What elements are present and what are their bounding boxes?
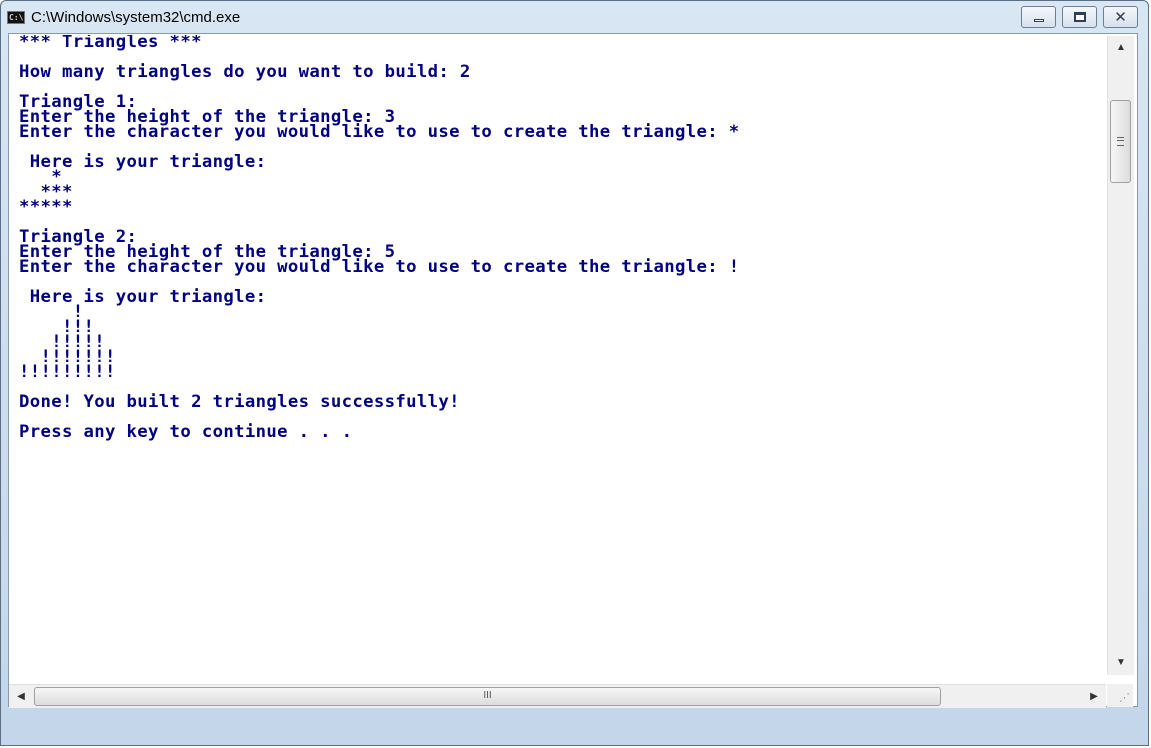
console-line: Enter the character you would like to us…	[19, 122, 740, 142]
vertical-scrollbar[interactable]: ▲ ▼	[1107, 36, 1134, 675]
scroll-up-arrow-icon[interactable]: ▲	[1108, 36, 1134, 60]
window-controls: ✕	[1015, 6, 1138, 28]
cmd-icon[interactable]: C:\	[7, 11, 25, 24]
console-line: How many triangles do you want to build:…	[19, 62, 471, 82]
horizontal-scroll-thumb[interactable]: III	[34, 687, 941, 706]
console-output[interactable]: *** Triangles *** How many triangles do …	[19, 35, 1106, 707]
window-title: C:\Windows\system32\cmd.exe	[31, 9, 241, 26]
grip-icon	[1117, 137, 1124, 146]
size-grip-icon[interactable]: ⋰	[1107, 684, 1133, 707]
scroll-down-arrow-icon[interactable]: ▼	[1108, 651, 1134, 675]
console-line: !!!!!!!!!	[19, 362, 116, 382]
horizontal-scrollbar[interactable]: ◀ III ▶	[9, 684, 1106, 708]
minimize-button[interactable]	[1021, 6, 1056, 28]
title-bar[interactable]: C:\ C:\Windows\system32\cmd.exe ✕	[1, 1, 1148, 33]
maximize-button[interactable]	[1062, 6, 1097, 28]
scroll-left-arrow-icon[interactable]: ◀	[9, 685, 33, 708]
console-line: Enter the character you would like to us…	[19, 257, 740, 277]
window-bottom-frame	[1, 707, 1148, 745]
scroll-right-arrow-icon[interactable]: ▶	[1082, 685, 1106, 708]
vertical-scroll-thumb[interactable]	[1110, 100, 1131, 183]
cmd-window: C:\ C:\Windows\system32\cmd.exe ✕ *** Tr…	[0, 0, 1149, 746]
console-text: *** Triangles *** How many triangles do …	[19, 35, 1106, 442]
close-button[interactable]: ✕	[1103, 6, 1138, 28]
console-line: *****	[19, 197, 73, 217]
close-icon: ✕	[1114, 8, 1127, 26]
console-line: *** Triangles ***	[19, 35, 202, 52]
console-line: Press any key to continue . . .	[19, 422, 353, 442]
console-line: Done! You built 2 triangles successfully…	[19, 392, 460, 412]
